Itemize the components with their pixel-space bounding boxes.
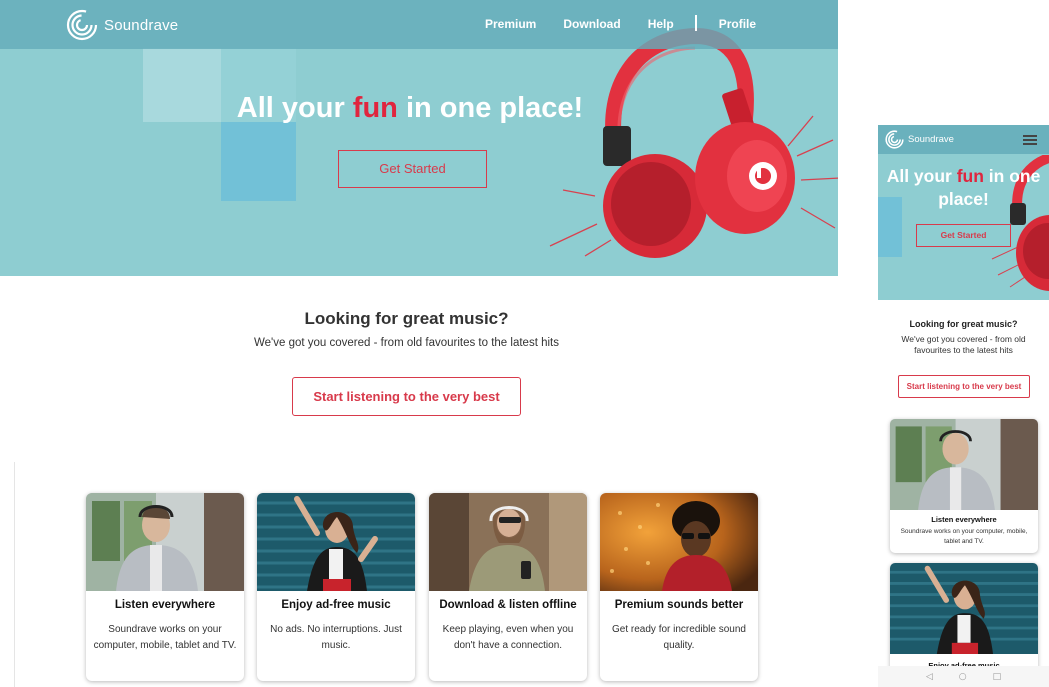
nav-links: Premium Download Help Profile [485, 15, 783, 31]
mobile-section-title: Looking for great music? [909, 319, 1018, 329]
soundrave-logo-icon [885, 130, 904, 149]
mobile-get-started-button[interactable]: Get Started [916, 224, 1011, 247]
card-title: Listen everywhere [114, 599, 216, 611]
get-started-button[interactable]: Get Started [338, 150, 487, 188]
section-subtitle: We've got you covered - from old favouri… [254, 337, 559, 349]
card-image-man-train [890, 419, 1038, 510]
card-title: Download & listen offline [439, 599, 577, 611]
home-icon[interactable]: ○ [959, 672, 967, 682]
decor-square [221, 122, 296, 201]
mobile-feature-card[interactable]: Listen everywhere Soundrave works on you… [890, 419, 1038, 553]
hero-banner: Soundrave Premium Download Help Profile … [0, 0, 838, 276]
mobile-feature-card[interactable]: Enjoy ad-free music [890, 563, 1038, 673]
card-image-woman-dancing [890, 563, 1038, 654]
card-text: Soundrave works on your computer, mobile… [93, 624, 237, 651]
nav-download[interactable]: Download [563, 17, 620, 31]
card-title: Enjoy ad-free music [281, 599, 391, 611]
nav-help[interactable]: Help [648, 17, 674, 31]
mobile-hero-banner: Soundrave All your fun in one place! Get… [878, 125, 1049, 300]
nav-profile[interactable]: Profile [719, 17, 756, 31]
card-text: Soundrave works on your computer, mobile… [900, 528, 1028, 545]
hero-title-pre: All your [886, 166, 957, 186]
mobile-hero-title: All your fun in one place! [878, 165, 1049, 211]
section-title: Looking for great music? [304, 309, 509, 328]
nav-premium[interactable]: Premium [485, 17, 536, 31]
headphones-image [549, 28, 838, 258]
card-title: Listen everywhere [931, 515, 997, 524]
card-image-man-glasses [600, 493, 758, 591]
hero-title-highlight: fun [956, 166, 984, 186]
hero-title-pre: All your [236, 92, 353, 124]
feature-card[interactable]: Listen everywhere Soundrave works on you… [86, 493, 244, 681]
hero-title-highlight: fun [352, 92, 398, 124]
recents-icon[interactable]: □ [993, 672, 1002, 682]
back-icon[interactable]: ◁ [926, 672, 933, 682]
mobile-section-subtitle: We've got you covered - from old favouri… [901, 334, 1026, 355]
start-listening-button[interactable]: Start listening to the very best [292, 377, 521, 416]
card-image-man-train [86, 493, 244, 591]
brand-logo[interactable]: Soundrave [885, 130, 954, 149]
nav-divider [694, 15, 697, 31]
feature-card[interactable]: Enjoy ad-free music No ads. No interrupt… [257, 493, 415, 681]
mobile-view: Soundrave All your fun in one place! Get… [878, 125, 1049, 687]
brand-name: Soundrave [104, 16, 179, 34]
mobile-navbar: Soundrave [878, 125, 1049, 154]
soundrave-logo-icon [66, 9, 98, 41]
divider [14, 462, 15, 687]
navbar: Soundrave Premium Download Help Profile [0, 0, 838, 49]
card-text: No ads. No interruptions. Just music. [270, 624, 402, 651]
mobile-start-listening-button[interactable]: Start listening to the very best [898, 375, 1030, 398]
brand-name: Soundrave [908, 134, 954, 145]
android-nav-bar: ◁ ○ □ [878, 666, 1049, 687]
card-text: Keep playing, even when you don't have a… [442, 624, 574, 651]
feature-card[interactable]: Download & listen offline Keep playing, … [429, 493, 587, 681]
card-title: Premium sounds better [614, 599, 744, 611]
brand-logo[interactable]: Soundrave [66, 9, 178, 41]
card-image-woman-phone [429, 493, 587, 591]
hamburger-menu-icon[interactable] [1023, 135, 1037, 145]
desktop-view: Soundrave Premium Download Help Profile … [0, 0, 838, 687]
card-image-woman-dancing [257, 493, 415, 591]
feature-card[interactable]: Premium sounds better Get ready for incr… [600, 493, 758, 681]
card-text: Get ready for incredible sound quality. [612, 624, 746, 651]
